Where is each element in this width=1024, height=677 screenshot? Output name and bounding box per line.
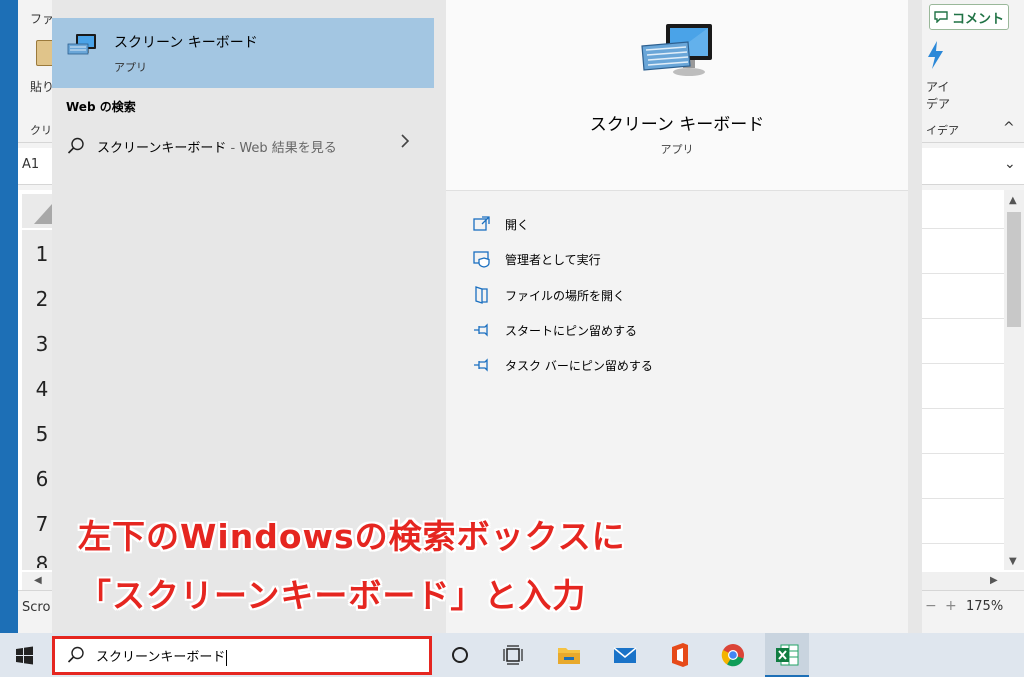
search-icon <box>67 137 84 154</box>
pin-icon <box>474 323 488 337</box>
action-open[interactable]: 開く <box>472 213 529 235</box>
shield-admin-icon <box>473 251 490 268</box>
web-result-suffix: - Web 結果を見る <box>226 141 337 156</box>
action-run-as-admin-label: 管理者として実行 <box>505 252 601 267</box>
action-pin-to-start-label: スタートにピン留めする <box>505 323 638 338</box>
row-number[interactable]: 8 <box>30 552 54 568</box>
text-caret <box>226 649 228 666</box>
ideas-group-label: イデア <box>926 124 959 137</box>
formula-expand-icon[interactable]: ⌄ <box>1004 156 1016 172</box>
scroll-up-icon[interactable]: ▲ <box>1009 195 1017 206</box>
action-pin-to-taskbar-label: タスク バーにピン留めする <box>505 358 653 373</box>
scroll-down-icon[interactable]: ▼ <box>1009 556 1017 567</box>
zoom-out-button[interactable]: − <box>925 598 937 614</box>
action-pin-to-taskbar[interactable]: タスク バーにピン留めする <box>472 354 653 376</box>
row-number[interactable]: 4 <box>30 377 54 401</box>
file-explorer-icon[interactable] <box>555 641 583 669</box>
ideas-label-line2: デア <box>926 97 951 111</box>
paste-label: 貼り <box>30 80 55 94</box>
annotation-caption-line2: 「スクリーンキーボード」と入力 <box>78 576 587 615</box>
name-box[interactable]: A1 <box>22 152 52 178</box>
scroll-left-icon[interactable]: ◀ <box>34 575 42 586</box>
office-icon[interactable] <box>666 641 694 669</box>
zoom-in-button[interactable]: + <box>945 598 957 614</box>
action-open-file-location[interactable]: ファイルの場所を開く <box>472 284 625 306</box>
row-number[interactable]: 6 <box>30 467 54 491</box>
row-number[interactable]: 5 <box>30 422 54 446</box>
excel-window-edge <box>0 0 18 633</box>
annotation-caption-line1: 左下のWindowsの検索ボックスに <box>78 517 626 556</box>
search-panel-edge <box>908 0 922 633</box>
open-icon <box>473 216 490 231</box>
on-screen-keyboard-large-icon <box>641 24 712 76</box>
comment-icon <box>934 11 948 23</box>
web-search-header: Web の検索 <box>66 100 136 114</box>
taskbar-search-input[interactable]: スクリーンキーボード <box>96 646 228 666</box>
action-open-file-location-label: ファイルの場所を開く <box>505 288 626 303</box>
best-match-item[interactable] <box>52 18 434 88</box>
detail-divider <box>446 190 908 191</box>
best-match-title: スクリーン キーボード <box>114 35 258 51</box>
ideas-label-line1: アイ <box>926 80 950 94</box>
row-number[interactable]: 1 <box>30 242 54 266</box>
task-view-icon[interactable] <box>499 641 527 669</box>
row-number[interactable]: 7 <box>30 512 54 536</box>
excel-icon[interactable] <box>773 641 801 669</box>
comment-button[interactable]: コメント <box>929 4 1009 30</box>
action-run-as-admin[interactable]: 管理者として実行 <box>472 248 601 270</box>
vertical-scroll-thumb[interactable] <box>1007 212 1021 327</box>
pin-icon <box>474 358 488 372</box>
on-screen-keyboard-icon <box>67 34 96 55</box>
cortana-icon[interactable] <box>446 641 474 669</box>
app-detail-title: スクリーン キーボード <box>589 115 765 135</box>
mail-icon[interactable] <box>611 641 639 669</box>
web-result-query: スクリーンキーボード <box>97 141 227 156</box>
action-open-label: 開く <box>505 217 530 232</box>
row-number[interactable]: 3 <box>30 332 54 356</box>
web-result-text: スクリーンキーボード - Web 結果を見る <box>97 137 337 156</box>
row-number[interactable]: 2 <box>30 287 54 311</box>
search-icon <box>67 646 84 663</box>
chevron-right-icon[interactable] <box>400 133 410 149</box>
chrome-icon[interactable] <box>719 641 747 669</box>
search-input-value: スクリーンキーボード <box>96 650 226 665</box>
scroll-right-icon[interactable]: ▶ <box>990 575 998 586</box>
file-location-icon <box>475 286 488 304</box>
app-detail-type: アプリ <box>660 143 694 156</box>
status-text: Scro <box>22 600 51 615</box>
zoom-level[interactable]: 175% <box>966 599 1003 614</box>
windows-start-icon[interactable] <box>10 641 40 671</box>
ribbon-collapse-icon[interactable]: ^ <box>1003 120 1015 136</box>
comment-label: コメント <box>951 11 1004 27</box>
action-pin-to-start[interactable]: スタートにピン留めする <box>472 319 637 341</box>
ideas-icon[interactable] <box>925 40 945 70</box>
worksheet-cells-visible[interactable] <box>922 190 1004 570</box>
best-match-type: アプリ <box>114 61 147 74</box>
ribbon-tab-file[interactable]: ファ <box>30 10 54 27</box>
